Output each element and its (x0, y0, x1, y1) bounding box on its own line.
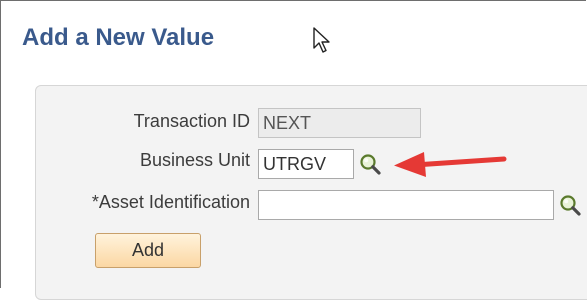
transaction-id-label: Transaction ID (133, 111, 250, 131)
transaction-id-field (258, 108, 421, 138)
business-unit-field[interactable] (258, 149, 354, 179)
business-unit-label: Business Unit (139, 150, 250, 170)
asset-identification-lookup-icon[interactable] (558, 193, 582, 217)
asset-identification-label: *Asset Identification (91, 192, 250, 212)
asset-identification-field[interactable] (258, 190, 554, 220)
business-unit-lookup-icon[interactable] (358, 152, 382, 176)
mouse-cursor-icon (313, 27, 330, 53)
red-arrow-annotation-icon (394, 152, 507, 177)
add-button[interactable]: Add (95, 233, 201, 268)
page-title: Add a New Value (22, 24, 215, 51)
